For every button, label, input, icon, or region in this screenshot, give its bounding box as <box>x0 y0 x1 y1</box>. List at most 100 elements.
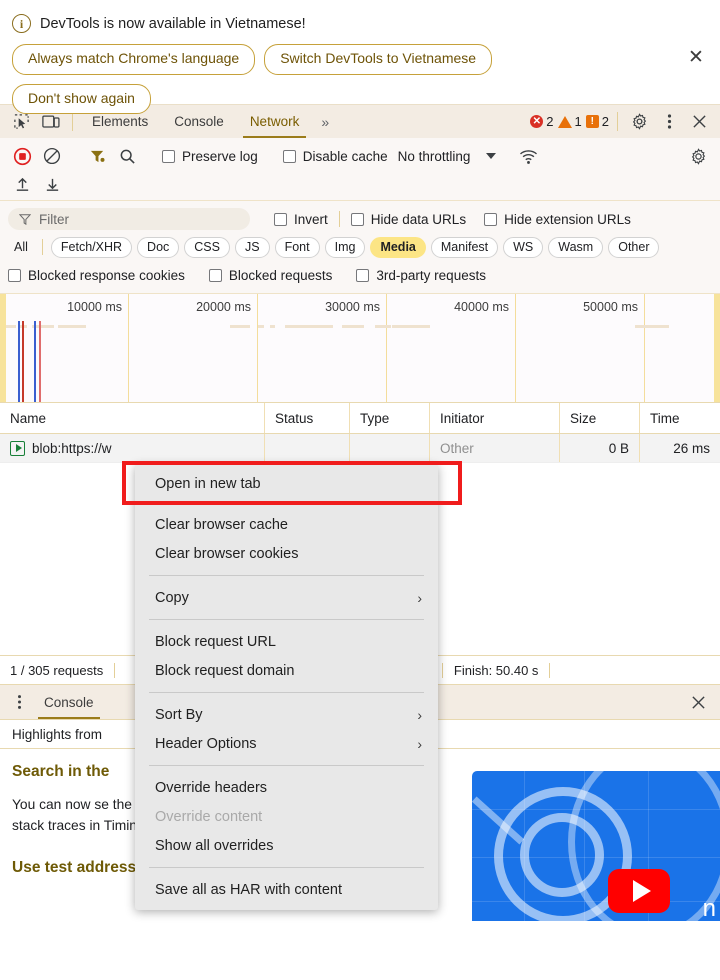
highlights-label: Highlights from <box>12 726 103 742</box>
filter-input[interactable]: Filter <box>8 208 250 230</box>
context-menu-save-all-as-har[interactable]: Save all as HAR with content <box>135 875 438 904</box>
context-menu-block-request-url[interactable]: Block request URL <box>135 627 438 656</box>
issue-badge[interactable]: ! 2 <box>585 114 609 129</box>
preserve-log-checkbox[interactable]: Preserve log <box>158 149 262 164</box>
context-menu-save-all-as-har-label: Save all as HAR with content <box>155 881 342 898</box>
blocked-response-cookies-checkbox[interactable]: Blocked response cookies <box>8 268 189 283</box>
column-header-initiator[interactable]: Initiator <box>430 403 560 433</box>
context-menu-separator <box>149 867 424 868</box>
network-timeline-overview[interactable]: 10000 ms 20000 ms 30000 ms 40000 ms 5000… <box>0 294 720 403</box>
gear-icon[interactable] <box>624 105 654 138</box>
disable-cache-checkbox[interactable]: Disable cache <box>279 149 392 164</box>
filter-funnel-icon[interactable] <box>83 144 111 168</box>
banner-close-icon[interactable]: ✕ <box>685 46 707 68</box>
type-filter-js[interactable]: JS <box>234 236 270 258</box>
type-filter-ws[interactable]: WS <box>503 236 544 258</box>
invert-checkbox[interactable]: Invert <box>270 212 332 227</box>
switch-devtools-to-vietnamese-button[interactable]: Switch DevTools to Vietnamese <box>264 44 493 75</box>
blocked-requests-label: Blocked requests <box>228 267 333 283</box>
drawer-close-icon[interactable] <box>688 692 708 712</box>
cell-size: 0 B <box>560 434 640 462</box>
column-header-time[interactable]: Time <box>640 403 720 433</box>
context-menu-override-headers-label: Override headers <box>155 779 268 796</box>
type-filter-other[interactable]: Other <box>608 236 660 258</box>
third-party-requests-label: 3rd-party requests <box>376 267 486 283</box>
context-menu-sort-by[interactable]: Sort By › <box>135 700 438 729</box>
overview-window-handle-right[interactable] <box>714 294 720 402</box>
preserve-log-label: Preserve log <box>182 148 258 164</box>
context-menu-block-request-domain[interactable]: Block request domain <box>135 656 438 685</box>
overview-request-tick <box>58 325 86 328</box>
overview-cell-5: 50000 ms <box>516 294 645 402</box>
import-har-icon[interactable] <box>8 172 36 196</box>
blocked-response-cookies-label: Blocked response cookies <box>28 267 185 283</box>
language-notification-banner: i DevTools is now available in Vietnames… <box>0 0 720 114</box>
type-filter-media[interactable]: Media <box>370 236 426 258</box>
tab-network[interactable]: Network <box>237 105 313 138</box>
overview-tick-2: 20000 ms <box>196 300 251 314</box>
context-menu-override-content: Override content <box>135 802 438 831</box>
context-menu-copy[interactable]: Copy › <box>135 583 438 612</box>
filter-row: Filter Invert Hide data URLs Hide extens… <box>8 205 712 233</box>
cell-type <box>350 434 430 462</box>
error-badge[interactable]: ✕ 2 <box>530 114 554 129</box>
throttling-dropdown[interactable]: No throttling <box>394 149 501 164</box>
overview-request-tick <box>285 325 333 328</box>
table-row[interactable]: blob:https://w Other 0 B 26 ms <box>0 434 720 463</box>
context-menu-separator <box>149 575 424 576</box>
type-filter-fetch-xhr[interactable]: Fetch/XHR <box>50 236 133 258</box>
overview-request-tick <box>270 325 275 328</box>
column-header-size[interactable]: Size <box>560 403 640 433</box>
youtube-play-badge[interactable] <box>608 869 670 913</box>
context-menu-header-options-label: Header Options <box>155 735 257 752</box>
network-settings-gear-icon[interactable] <box>684 144 712 168</box>
context-menu-header-options[interactable]: Header Options › <box>135 729 438 758</box>
third-party-requests-checkbox[interactable]: 3rd-party requests <box>352 268 490 283</box>
close-devtools-icon[interactable] <box>684 105 714 138</box>
type-filter-css[interactable]: CSS <box>184 236 230 258</box>
always-match-chrome-language-button[interactable]: Always match Chrome's language <box>12 44 256 75</box>
tab-elements[interactable]: Elements <box>79 105 161 138</box>
context-menu-override-headers[interactable]: Override headers <box>135 773 438 802</box>
cell-status <box>265 434 350 462</box>
drawer-tab-console[interactable]: Console <box>30 685 108 719</box>
column-header-status[interactable]: Status <box>265 403 350 433</box>
hide-data-urls-checkbox[interactable]: Hide data URLs <box>347 212 470 227</box>
record-stop-icon[interactable] <box>8 144 36 168</box>
overview-event-line-load-2 <box>39 321 41 402</box>
blocked-requests-box <box>208 268 222 282</box>
network-conditions-icon[interactable] <box>514 144 542 168</box>
hide-extension-urls-checkbox[interactable]: Hide extension URLs <box>480 212 635 227</box>
type-filter-all[interactable]: All <box>8 238 34 256</box>
whats-new-video-thumbnail[interactable]: n <box>472 771 720 921</box>
hide-extension-urls-box <box>484 212 498 226</box>
overview-event-line-dcl <box>18 321 20 402</box>
context-menu-clear-browser-cookies[interactable]: Clear browser cookies <box>135 539 438 568</box>
column-header-name[interactable]: Name <box>0 403 265 433</box>
overview-cell-6: 6 <box>645 294 720 402</box>
column-header-type[interactable]: Type <box>350 403 430 433</box>
thumbnail-caption: n <box>702 895 716 921</box>
overview-tick-3: 30000 ms <box>325 300 380 314</box>
type-filter-font[interactable]: Font <box>274 236 320 258</box>
drawer-tab-console-label: Console <box>44 694 94 710</box>
context-menu-clear-browser-cache[interactable]: Clear browser cache <box>135 510 438 539</box>
type-filter-wasm[interactable]: Wasm <box>548 236 604 258</box>
export-har-icon[interactable] <box>38 172 66 196</box>
context-menu-show-all-overrides[interactable]: Show all overrides <box>135 831 438 860</box>
warning-badge[interactable]: 1 <box>557 114 582 129</box>
drawer-more-vertical-icon[interactable] <box>8 694 30 710</box>
context-menu-block-request-url-label: Block request URL <box>155 633 276 650</box>
type-filter-img[interactable]: Img <box>324 236 366 258</box>
overview-window-handle-left[interactable] <box>0 294 6 402</box>
more-vertical-icon[interactable] <box>654 105 684 138</box>
clear-network-log-icon[interactable] <box>38 144 66 168</box>
context-menu-open-in-new-tab[interactable]: Open in new tab <box>135 469 438 498</box>
status-requests: 1 / 305 requests <box>10 662 104 678</box>
type-filter-manifest[interactable]: Manifest <box>430 236 499 258</box>
type-filter-doc[interactable]: Doc <box>137 236 180 258</box>
search-icon[interactable] <box>113 144 141 168</box>
tab-console[interactable]: Console <box>161 105 237 138</box>
context-menu-show-all-overrides-label: Show all overrides <box>155 837 274 854</box>
blocked-requests-checkbox[interactable]: Blocked requests <box>205 268 337 283</box>
